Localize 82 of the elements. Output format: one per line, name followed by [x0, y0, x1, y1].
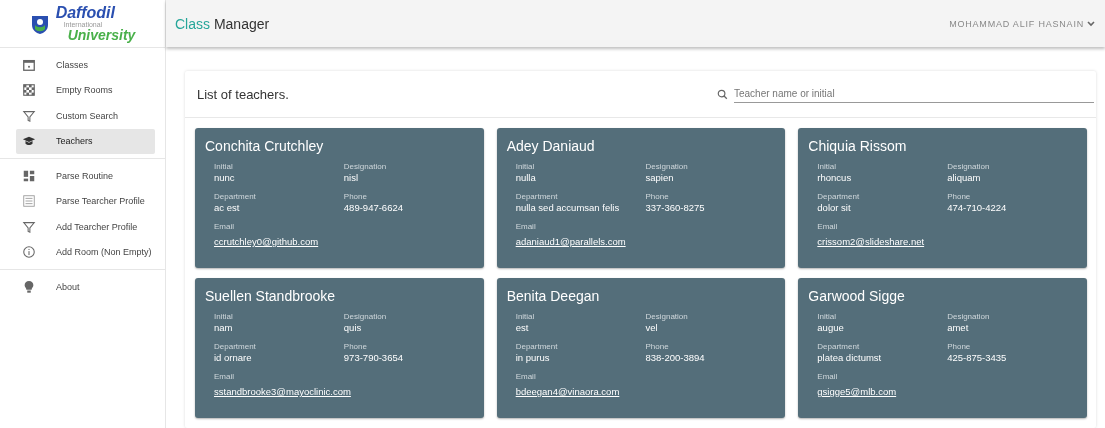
sidebar-item[interactable]: Classes	[16, 52, 155, 78]
field-label: Email	[817, 372, 839, 381]
logo-text: University	[67, 28, 136, 42]
field-label: Initial	[214, 312, 234, 321]
field-label: Department	[817, 192, 861, 201]
email-link[interactable]: gsigge5@mlb.com	[817, 386, 897, 397]
field-value: vel	[645, 322, 659, 333]
teacher-name: Conchita Crutchley	[205, 138, 325, 154]
sidebar-item[interactable]: About	[16, 274, 155, 300]
field-value: rhoncus	[817, 172, 853, 183]
sidebar-item[interactable]: Parse Tearcher Profile	[16, 188, 155, 214]
field-value: in purus	[515, 352, 551, 363]
field-value: nunc	[214, 172, 236, 183]
search-icon	[717, 88, 728, 100]
teacher-name: Garwood Sigge	[808, 288, 906, 304]
field-label: Designation	[947, 162, 991, 171]
field-value: augue	[817, 322, 845, 333]
field-label: Initial	[817, 312, 837, 321]
field-label: Phone	[947, 192, 972, 201]
sidebar-item[interactable]: Add Room (Non Empty)	[16, 239, 155, 265]
email-link[interactable]: sstandbrooke3@mayoclinic.com	[214, 386, 351, 397]
field-label: Phone	[343, 192, 368, 201]
field-value: est	[515, 322, 530, 333]
field-value: nulla sed accumsan felis	[515, 202, 621, 213]
field-label: Email	[214, 222, 235, 231]
email-link[interactable]: ccrutchley0@github.com	[214, 236, 319, 247]
field-label: Designation	[645, 312, 689, 321]
teacher-name: Chiquia Rissom	[808, 138, 908, 154]
field-value: ac est	[214, 202, 241, 213]
app-title: Class Manager	[175, 15, 270, 32]
email-link[interactable]: crissom2@slideshare.net	[817, 236, 925, 247]
field-value: 838-200-3894	[645, 352, 706, 363]
field-value: 425-875-3435	[947, 352, 1008, 363]
teacher-name: Adey Daniaud	[506, 138, 596, 154]
field-label: Designation	[947, 312, 991, 321]
field-value: dolor sit	[817, 202, 852, 213]
field-label: Initial	[214, 162, 234, 171]
field-value: sapien	[645, 172, 675, 183]
field-label: Department	[214, 192, 257, 201]
field-label: Phone	[645, 342, 670, 351]
field-label: Initial	[515, 162, 536, 171]
field-label: Department	[817, 342, 861, 351]
email-link[interactable]: bdeegan4@vinaora.com	[515, 386, 620, 397]
field-value: quis	[343, 322, 363, 333]
sidebar-item[interactable]: Parse Routine	[16, 163, 155, 189]
teacher-name: Suellen Standbrooke	[205, 288, 336, 304]
field-label: Department	[515, 342, 559, 351]
email-link[interactable]: adaniaud1@parallels.com	[515, 236, 626, 247]
field-label: Designation	[343, 312, 388, 321]
field-label: Phone	[947, 342, 972, 351]
field-value: platea dictumst	[817, 352, 883, 363]
search-field[interactable]: Teacher name or initial	[734, 85, 1094, 103]
field-value: nam	[214, 322, 234, 333]
field-value: 973-790-3654	[343, 352, 404, 363]
sidebar-item[interactable]: Teachers	[16, 128, 155, 154]
field-value: nulla	[515, 172, 537, 183]
field-value: 489-947-6624	[343, 202, 404, 213]
field-value: aliquam	[947, 172, 982, 183]
sidebar-item[interactable]: Empty Rooms	[16, 77, 155, 103]
teacher-name: Benita Deegan	[506, 288, 601, 304]
field-value: id ornare	[214, 352, 253, 363]
field-label: Initial	[515, 312, 536, 321]
field-value: 337-360-8275	[645, 202, 706, 213]
field-label: Department	[515, 192, 559, 201]
sidebar-item[interactable]: Add Tearcher Profile	[16, 214, 155, 240]
field-label: Email	[214, 372, 235, 381]
sidebar-item[interactable]: Custom Search	[16, 103, 155, 129]
field-value: nisl	[343, 172, 360, 183]
field-label: Phone	[343, 342, 368, 351]
chevron-down-icon	[1087, 20, 1095, 27]
logo-text: Daffodil	[55, 5, 117, 21]
panel-title: List of teachers.	[197, 86, 289, 102]
field-label: Email	[817, 222, 839, 231]
field-label: Designation	[343, 162, 388, 171]
field-label: Department	[214, 342, 257, 351]
field-label: Phone	[645, 192, 670, 201]
field-value: amet	[947, 322, 970, 333]
field-label: Designation	[645, 162, 689, 171]
field-label: Initial	[817, 162, 837, 171]
field-label: Email	[515, 372, 537, 381]
field-label: Email	[515, 222, 537, 231]
field-value: 474-710-4224	[947, 202, 1008, 213]
